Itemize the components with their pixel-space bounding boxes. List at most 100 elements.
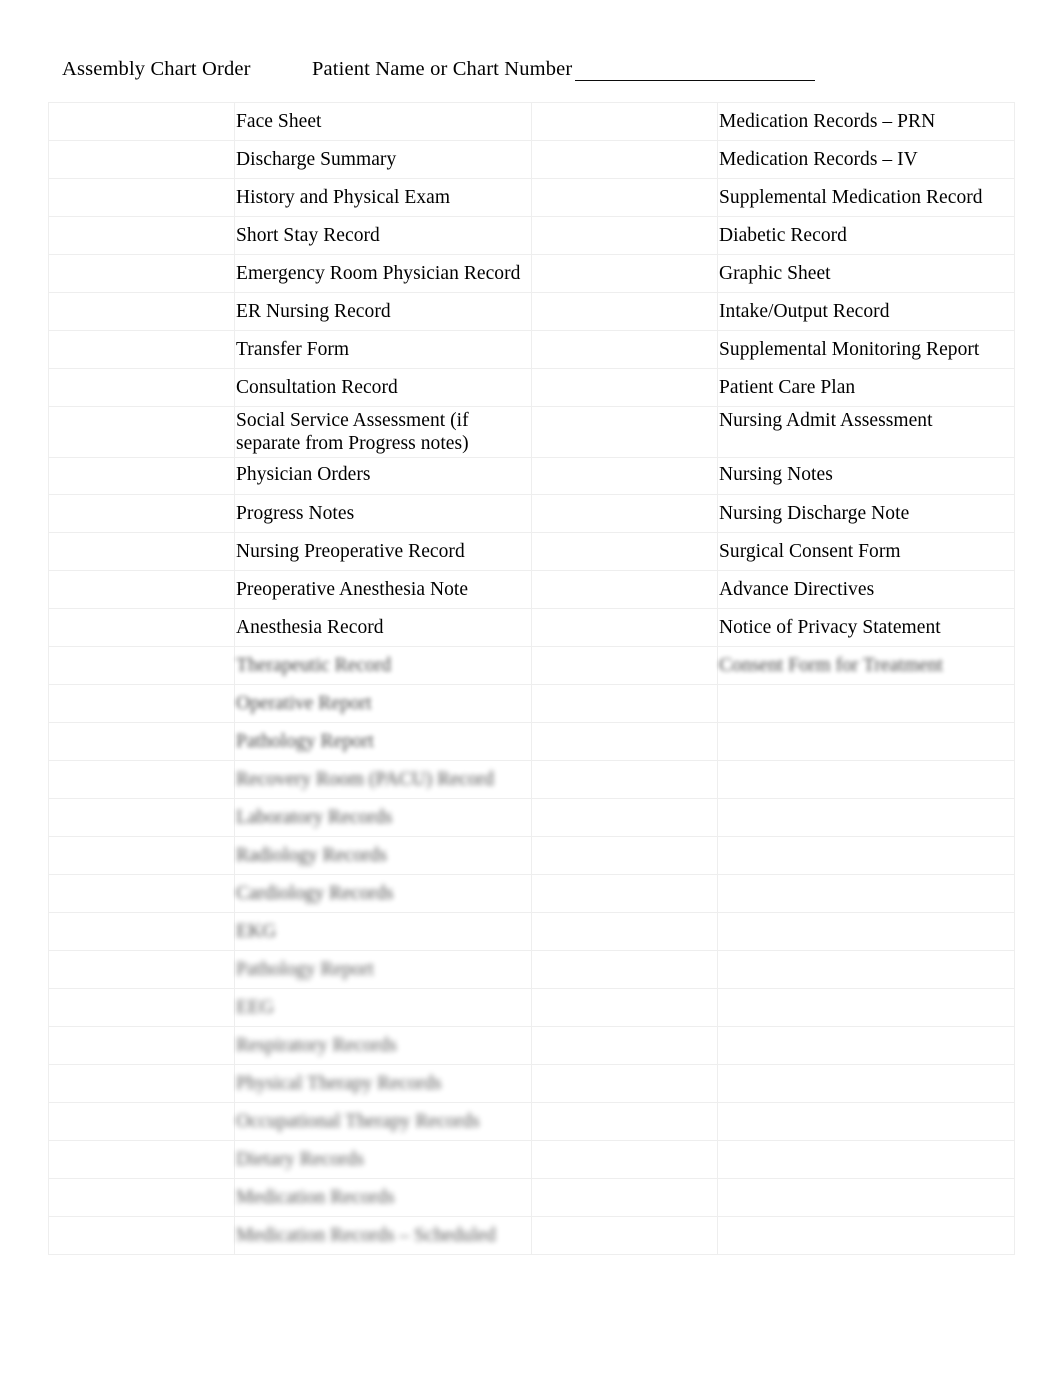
checkbox-cell-left[interactable] (48, 1064, 235, 1103)
checkbox-cell-left[interactable] (48, 368, 235, 407)
checkbox-slot[interactable] (532, 837, 717, 862)
checkbox-slot[interactable] (532, 1141, 717, 1166)
checkbox-slot[interactable] (49, 331, 234, 356)
checkbox-slot[interactable] (49, 875, 234, 900)
checkbox-cell-right[interactable] (531, 760, 718, 799)
checkbox-cell-right[interactable] (531, 988, 718, 1027)
checkbox-cell-right[interactable] (531, 608, 718, 647)
checkbox-slot[interactable] (49, 1141, 234, 1166)
checkbox-slot[interactable] (49, 495, 234, 520)
checkbox-cell-right[interactable] (531, 216, 718, 255)
checkbox-slot[interactable] (49, 217, 234, 242)
checkbox-slot[interactable] (532, 407, 717, 432)
checkbox-cell-right[interactable] (531, 836, 718, 875)
checkbox-cell-left[interactable] (48, 406, 235, 458)
checkbox-cell-right[interactable] (531, 1026, 718, 1065)
checkbox-cell-right[interactable] (531, 457, 718, 495)
checkbox-slot[interactable] (532, 533, 717, 558)
checkbox-slot[interactable] (49, 989, 234, 1014)
checkbox-cell-left[interactable] (48, 608, 235, 647)
checkbox-cell-left[interactable] (48, 570, 235, 609)
checkbox-slot[interactable] (532, 723, 717, 748)
checkbox-slot[interactable] (532, 103, 717, 128)
checkbox-slot[interactable] (49, 1065, 234, 1090)
checkbox-slot[interactable] (49, 837, 234, 862)
checkbox-cell-left[interactable] (48, 912, 235, 951)
checkbox-cell-left[interactable] (48, 646, 235, 685)
checkbox-cell-right[interactable] (531, 178, 718, 217)
checkbox-slot[interactable] (49, 255, 234, 280)
checkbox-slot[interactable] (49, 1027, 234, 1052)
checkbox-cell-right[interactable] (531, 646, 718, 685)
checkbox-slot[interactable] (49, 647, 234, 672)
checkbox-cell-left[interactable] (48, 178, 235, 217)
checkbox-slot[interactable] (49, 1103, 234, 1128)
checkbox-slot[interactable] (532, 1027, 717, 1052)
checkbox-cell-right[interactable] (531, 1178, 718, 1217)
checkbox-slot[interactable] (49, 293, 234, 318)
checkbox-cell-left[interactable] (48, 494, 235, 533)
checkbox-slot[interactable] (49, 761, 234, 786)
checkbox-cell-right[interactable] (531, 1216, 718, 1255)
checkbox-slot[interactable] (49, 723, 234, 748)
checkbox-slot[interactable] (532, 685, 717, 710)
checkbox-slot[interactable] (49, 951, 234, 976)
checkbox-cell-right[interactable] (531, 494, 718, 533)
checkbox-slot[interactable] (49, 799, 234, 824)
checkbox-cell-left[interactable] (48, 102, 235, 141)
checkbox-slot[interactable] (49, 369, 234, 394)
checkbox-slot[interactable] (532, 369, 717, 394)
checkbox-cell-right[interactable] (531, 874, 718, 913)
checkbox-cell-right[interactable] (531, 1064, 718, 1103)
checkbox-slot[interactable] (49, 609, 234, 634)
checkbox-cell-left[interactable] (48, 760, 235, 799)
checkbox-slot[interactable] (49, 103, 234, 128)
checkbox-slot[interactable] (532, 571, 717, 596)
checkbox-cell-left[interactable] (48, 457, 235, 495)
patient-name-write-in-line[interactable] (575, 80, 815, 81)
checkbox-slot[interactable] (49, 141, 234, 166)
checkbox-cell-left[interactable] (48, 798, 235, 837)
checkbox-cell-left[interactable] (48, 988, 235, 1027)
checkbox-cell-left[interactable] (48, 216, 235, 255)
checkbox-cell-left[interactable] (48, 292, 235, 331)
checkbox-cell-left[interactable] (48, 1140, 235, 1179)
checkbox-cell-left[interactable] (48, 836, 235, 875)
checkbox-slot[interactable] (532, 875, 717, 900)
checkbox-cell-left[interactable] (48, 254, 235, 293)
checkbox-slot[interactable] (49, 179, 234, 204)
checkbox-cell-right[interactable] (531, 950, 718, 989)
checkbox-cell-left[interactable] (48, 950, 235, 989)
checkbox-cell-left[interactable] (48, 722, 235, 761)
checkbox-slot[interactable] (532, 1103, 717, 1128)
checkbox-slot[interactable] (49, 913, 234, 938)
checkbox-cell-right[interactable] (531, 570, 718, 609)
checkbox-cell-right[interactable] (531, 406, 718, 458)
checkbox-cell-right[interactable] (531, 532, 718, 571)
checkbox-slot[interactable] (49, 1179, 234, 1204)
checkbox-slot[interactable] (532, 293, 717, 318)
checkbox-cell-left[interactable] (48, 1102, 235, 1141)
checkbox-cell-right[interactable] (531, 140, 718, 179)
checkbox-slot[interactable] (532, 255, 717, 280)
checkbox-cell-left[interactable] (48, 532, 235, 571)
checkbox-slot[interactable] (49, 407, 234, 432)
checkbox-slot[interactable] (49, 571, 234, 596)
checkbox-slot[interactable] (532, 458, 717, 483)
checkbox-cell-right[interactable] (531, 330, 718, 369)
checkbox-cell-left[interactable] (48, 330, 235, 369)
checkbox-slot[interactable] (532, 989, 717, 1014)
checkbox-slot[interactable] (49, 533, 234, 558)
checkbox-cell-left[interactable] (48, 1026, 235, 1065)
checkbox-slot[interactable] (532, 761, 717, 786)
checkbox-slot[interactable] (532, 1217, 717, 1242)
checkbox-cell-right[interactable] (531, 912, 718, 951)
checkbox-slot[interactable] (532, 799, 717, 824)
checkbox-slot[interactable] (532, 217, 717, 242)
checkbox-cell-left[interactable] (48, 684, 235, 723)
checkbox-slot[interactable] (532, 913, 717, 938)
checkbox-slot[interactable] (532, 1179, 717, 1204)
checkbox-slot[interactable] (49, 458, 234, 483)
checkbox-cell-right[interactable] (531, 254, 718, 293)
checkbox-cell-left[interactable] (48, 874, 235, 913)
